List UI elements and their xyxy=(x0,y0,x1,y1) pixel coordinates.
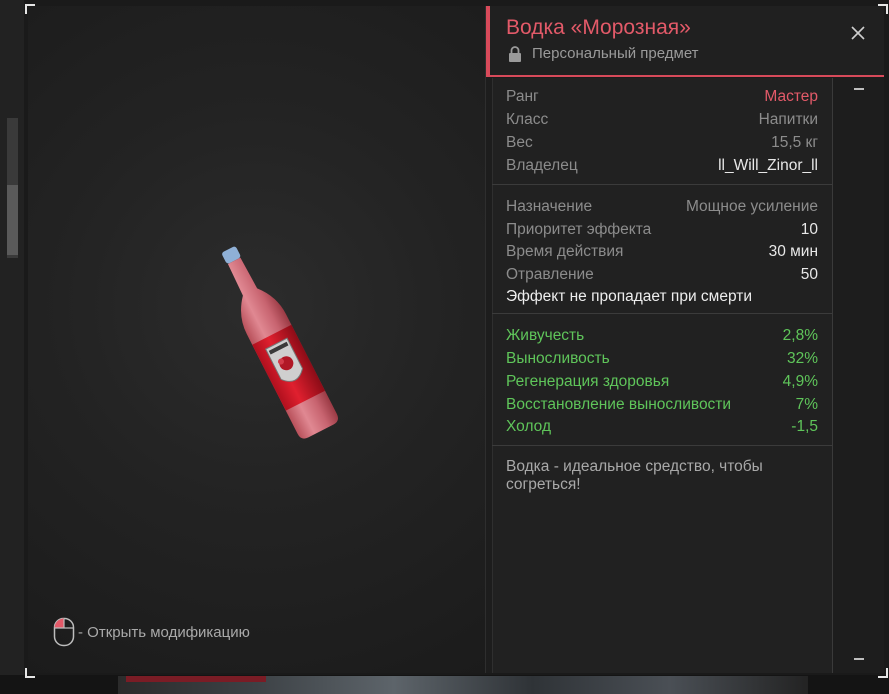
stats-scrollbar[interactable] xyxy=(848,86,868,664)
bonus-value: 2,8% xyxy=(782,327,818,344)
stat-row-class: Класс Напитки xyxy=(506,111,818,129)
stat-row-purpose: Назначение Мощное усиление xyxy=(506,198,818,216)
window-corner xyxy=(25,668,35,678)
stat-label: Класс xyxy=(506,111,549,128)
bonus-value: 32% xyxy=(786,350,818,367)
stat-label: Время действия xyxy=(506,243,624,260)
stat-value: 10 xyxy=(800,221,818,238)
stat-value: Напитки xyxy=(758,111,818,128)
bonus-value: 4,9% xyxy=(782,373,818,390)
stat-row-weight: Вес 15,5 кг xyxy=(506,134,818,152)
close-button[interactable] xyxy=(847,22,869,44)
stat-row-poisoning: Отравление 50 xyxy=(506,266,818,284)
section-divider xyxy=(492,313,832,314)
background-left-panel xyxy=(0,0,24,694)
bonus-row-stamina: Выносливость 32% xyxy=(506,350,818,368)
bonus-label: Живучесть xyxy=(506,327,585,344)
stat-value: 15,5 кг xyxy=(771,134,818,151)
bonus-value: -1,5 xyxy=(791,418,818,435)
window-corner xyxy=(878,4,888,14)
scrollbar-top-marker xyxy=(854,88,864,90)
bonus-row-stamina-regen: Восстановление выносливости 7% xyxy=(506,396,818,414)
open-modification-text: - Открыть модификацию xyxy=(78,623,250,641)
stats-panel-edge xyxy=(832,78,833,673)
stat-value: Мастер xyxy=(764,88,818,105)
personal-item-label: Персональный предмет xyxy=(532,45,699,62)
stat-value: 50 xyxy=(800,266,818,283)
bonus-row-cold: Холод -1,5 xyxy=(506,418,818,436)
effect-persistence-note: Эффект не пропадает при смерти xyxy=(506,288,752,305)
bonus-row-health-regen: Регенерация здоровья 4,9% xyxy=(506,373,818,391)
bonus-label: Холод xyxy=(506,418,551,435)
section-divider xyxy=(492,445,832,446)
section-divider xyxy=(492,184,832,185)
stat-label: Владелец xyxy=(506,157,578,174)
background-red-label xyxy=(126,676,266,682)
stat-label: Вес xyxy=(506,134,533,151)
stat-row-owner: Владелец ll_Will_Zinor_ll xyxy=(506,157,818,175)
stat-label: Назначение xyxy=(506,198,593,215)
stat-row-duration: Время действия 30 мин xyxy=(506,243,818,261)
window-corner xyxy=(878,668,888,678)
window-corner xyxy=(25,4,35,14)
stat-value: Мощное усиление xyxy=(685,198,818,215)
close-icon xyxy=(851,26,865,40)
bonus-label: Регенерация здоровья xyxy=(506,373,670,390)
item-subtitle: Персональный предмет xyxy=(508,45,699,62)
header-accent-bar xyxy=(486,6,490,75)
mouse-left-click-icon xyxy=(53,617,75,647)
stat-value: ll_Will_Zinor_ll xyxy=(718,157,818,174)
lock-icon xyxy=(509,45,521,62)
stat-label: Приоритет эффекта xyxy=(506,221,652,238)
stat-row-priority: Приоритет эффекта 10 xyxy=(506,221,818,239)
bonus-label: Восстановление выносливости xyxy=(506,396,732,413)
item-description: Водка - идеальное средство, чтобы согрет… xyxy=(506,458,763,493)
bonus-value: 7% xyxy=(795,396,818,413)
bonus-label: Выносливость xyxy=(506,350,610,367)
scrollbar-bottom-marker xyxy=(854,658,864,660)
stat-value: 30 мин xyxy=(768,243,818,260)
item-title: Водка «Морозная» xyxy=(506,16,691,39)
background-scrollbar-thumb xyxy=(7,185,18,255)
bonus-row-vitality: Живучесть 2,8% xyxy=(506,327,818,345)
stat-label: Отравление xyxy=(506,266,594,283)
open-modification-hint: - Открыть модификацию xyxy=(53,617,250,647)
stat-label: Ранг xyxy=(506,88,539,105)
stat-row-rank: Ранг Мастер xyxy=(506,88,818,106)
